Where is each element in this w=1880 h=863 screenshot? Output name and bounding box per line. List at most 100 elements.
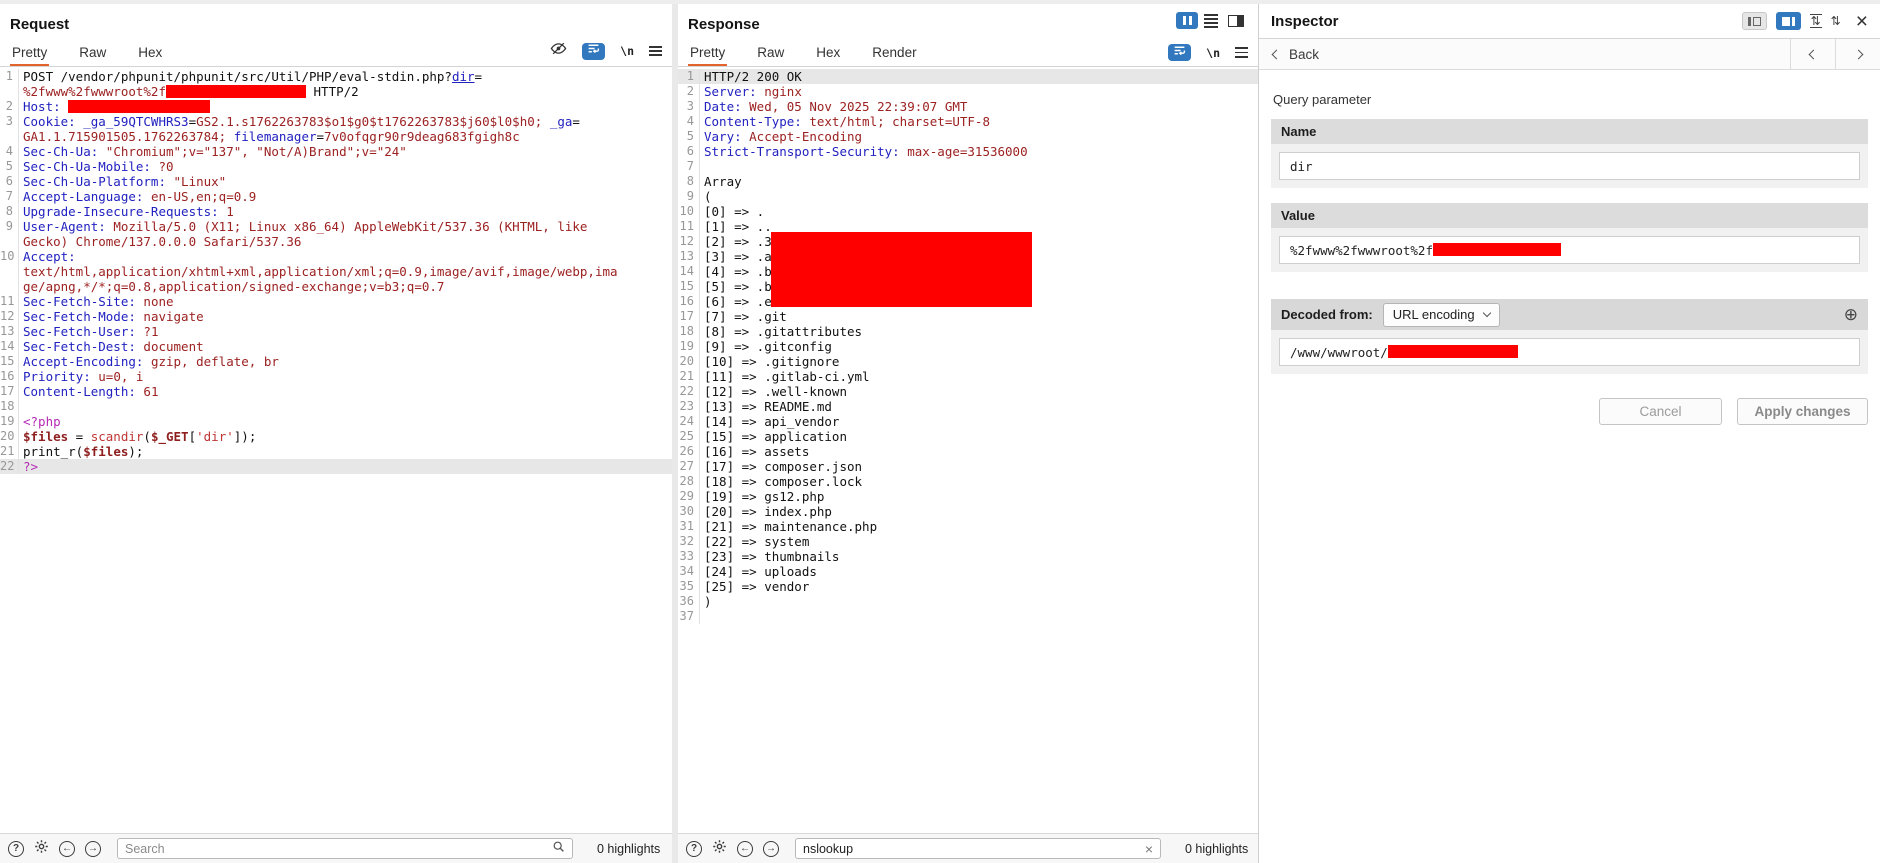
redaction-box	[1433, 242, 1561, 256]
collapse-all-icon[interactable]: ⇅	[1831, 15, 1841, 27]
pause-icon[interactable]	[1176, 12, 1198, 29]
newline-toggle-icon[interactable]: \n	[620, 44, 634, 58]
add-icon[interactable]: ⊕	[1844, 306, 1858, 323]
response-tab-hex[interactable]: Hex	[814, 41, 842, 66]
cancel-button[interactable]: Cancel	[1599, 398, 1722, 425]
next-match-icon[interactable]: →	[763, 840, 779, 857]
gear-icon[interactable]	[34, 839, 49, 859]
code-line: 27 [17] => composer.json	[679, 459, 863, 474]
code-line: 15 Accept-Encoding: gzip, deflate, br	[0, 354, 279, 369]
prev-match-icon[interactable]: ←	[737, 840, 753, 857]
code-line: 30 [20] => index.php	[678, 504, 832, 519]
code-line: 28 [18] => composer.lock	[679, 474, 863, 489]
menu-icon[interactable]	[649, 45, 662, 57]
line-number: 6	[678, 144, 700, 159]
newline-toggle-icon[interactable]: \n	[1206, 46, 1220, 60]
response-tab-pretty[interactable]: Pretty	[688, 41, 728, 66]
name-value: dir	[1290, 158, 1313, 174]
line-number: 8	[678, 174, 700, 189]
line-number: 22	[678, 384, 700, 399]
line-number	[0, 279, 19, 294]
gear-icon[interactable]	[712, 839, 727, 859]
inspector-header: Inspector ⇅ ⇅ ×	[1259, 4, 1880, 39]
code-line: 1 HTTP/2 200 OK	[678, 69, 1258, 84]
next-match-icon[interactable]: →	[85, 840, 101, 857]
line-number: 14	[0, 339, 19, 354]
apply-changes-button[interactable]: Apply changes	[1737, 398, 1868, 425]
request-title: Request	[10, 16, 70, 33]
line-number: 14	[678, 264, 700, 279]
section-label: Query parameter	[1273, 92, 1372, 107]
request-tab-raw[interactable]: Raw	[77, 41, 108, 66]
split-layout-icon[interactable]	[1228, 14, 1244, 27]
prev-match-icon[interactable]: ←	[59, 840, 75, 857]
code-line: 11 Sec-Fetch-Site: none	[0, 294, 174, 309]
line-number: 23	[678, 399, 700, 414]
encoding-select[interactable]: URL encoding	[1382, 302, 1500, 327]
request-editor[interactable]: 1 POST /vendor/phpunit/phpunit/src/Util/P…	[0, 67, 672, 833]
prev-item-button[interactable]	[1790, 39, 1835, 69]
back-button[interactable]: Back	[1259, 47, 1790, 62]
value-group: Value %2fwww%2fwwwroot%2f	[1271, 203, 1868, 272]
code-line: 10 [0] => .	[679, 204, 765, 219]
code-line: 22 [12] => .well-known	[678, 384, 847, 399]
line-number: 2	[0, 99, 19, 114]
code-line: 13 Sec-Fetch-User: ?1	[0, 324, 159, 339]
wrap-lines-button[interactable]	[1168, 44, 1192, 61]
dock-bottom-icon[interactable]	[1741, 12, 1767, 30]
clear-icon[interactable]: ×	[1139, 842, 1153, 856]
code-line: ge/apng,*/*;q=0.8,application/signed-exc…	[0, 279, 672, 294]
line-number: 15	[0, 354, 19, 369]
decoded-field[interactable]: /www/wwwroot/	[1279, 338, 1860, 366]
close-icon[interactable]: ×	[1856, 11, 1868, 32]
line-number: 18	[678, 324, 700, 339]
name-header: Name	[1271, 119, 1868, 144]
line-number: 32	[678, 534, 700, 549]
line-number: 17	[0, 384, 19, 399]
dock-right-icon[interactable]	[1775, 12, 1801, 30]
search-icon	[552, 840, 565, 858]
name-field[interactable]: dir	[1279, 152, 1860, 180]
request-search-input[interactable]	[125, 841, 552, 856]
line-number: 13	[0, 324, 19, 339]
line-number: 24	[678, 414, 700, 429]
code-line: 19 [9] => .gitconfig	[679, 339, 832, 354]
expand-all-icon[interactable]: ⇅	[1809, 14, 1822, 28]
code-line: 17 Content-Length: 61	[0, 384, 159, 399]
response-search-input[interactable]	[803, 841, 1139, 856]
code-line: 17 [7] => .git	[679, 309, 787, 324]
code-line: 1 POST /vendor/phpunit/phpunit/src/Util/P…	[0, 69, 672, 84]
line-number: 30	[678, 504, 700, 519]
request-tab-hex[interactable]: Hex	[136, 41, 164, 66]
code-line: 37	[678, 609, 1258, 624]
code-line: 6 Sec-Ch-Ua-Platform: "Linux"	[0, 174, 672, 189]
menu-icon[interactable]	[1235, 47, 1248, 58]
next-item-button[interactable]	[1835, 39, 1880, 69]
line-number	[0, 264, 19, 279]
help-icon[interactable]: ?	[686, 840, 702, 857]
eye-off-icon[interactable]	[550, 41, 567, 61]
burp-repeater-view: Request Pretty Raw Hex \n 1 POST /vendor/…	[0, 0, 1880, 863]
response-tab-render[interactable]: Render	[870, 41, 918, 66]
line-number: 12	[0, 309, 19, 324]
lines-layout-icon[interactable]	[1204, 13, 1222, 29]
response-panel: Response Pretty Raw Hex Render \n 1 HTTP/…	[678, 4, 1258, 863]
line-number: 5	[0, 159, 19, 174]
response-editor[interactable]: 1 HTTP/2 200 OK 2 Server: nginx 3 Date: Wed, …	[678, 67, 1258, 833]
decoded-group: Decoded from: URL encoding ⊕ /www/wwwroo…	[1271, 299, 1868, 374]
response-tab-raw[interactable]: Raw	[755, 41, 786, 66]
code-line: 9(	[678, 189, 1258, 204]
request-tab-pretty[interactable]: Pretty	[10, 41, 50, 66]
code-line: 3 Date: Wed, 05 Nov 2025 22:39:07 GMT	[678, 99, 1258, 114]
line-number: 25	[678, 429, 700, 444]
line-number	[0, 234, 19, 249]
value-field[interactable]: %2fwww%2fwwwroot%2f	[1279, 236, 1860, 264]
code-line: 10 Accept:	[0, 249, 76, 264]
line-number	[0, 129, 19, 144]
back-label: Back	[1289, 46, 1320, 62]
line-number: 19	[0, 414, 19, 429]
value-header: Value	[1271, 203, 1868, 228]
wrap-lines-button[interactable]	[582, 42, 606, 60]
line-number: 1	[0, 69, 19, 84]
help-icon[interactable]: ?	[8, 840, 24, 857]
